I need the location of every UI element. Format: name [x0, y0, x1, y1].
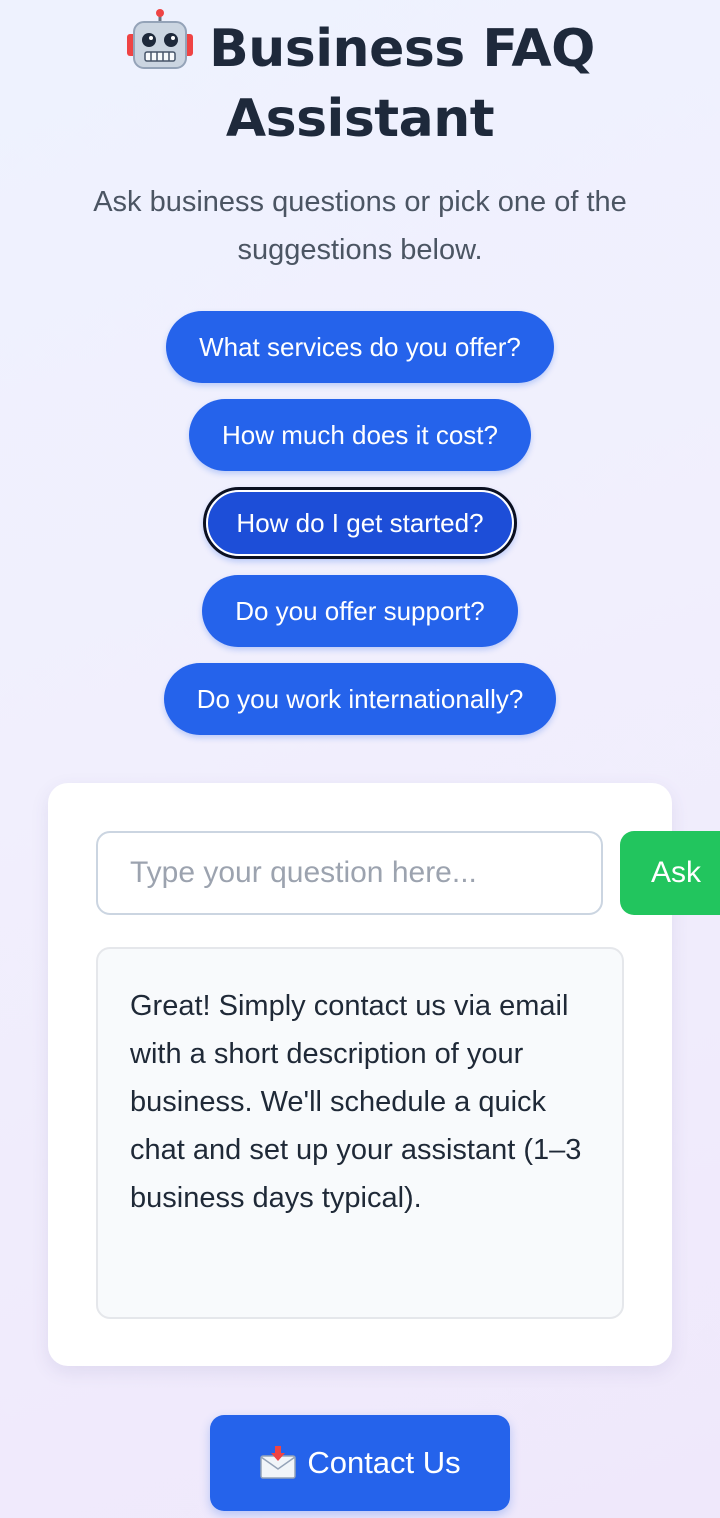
suggestion-services-button[interactable]: What services do you offer?: [166, 311, 554, 383]
suggestion-cost-button[interactable]: How much does it cost?: [188, 399, 531, 471]
contact-us-label: Contact Us: [307, 1445, 461, 1480]
envelope-icon: [259, 1446, 297, 1480]
suggestion-get-started-button[interactable]: How do I get started?: [203, 487, 517, 559]
page-title-text: Business FAQ Assistant: [209, 19, 595, 149]
robot-icon: [125, 8, 195, 72]
suggestion-international-button[interactable]: Do you work internationally?: [163, 663, 557, 735]
question-input[interactable]: [96, 831, 603, 915]
page-subtitle: Ask business questions or pick one of th…: [93, 186, 627, 266]
suggestion-support-button[interactable]: Do you offer support?: [202, 575, 518, 647]
contact-us-button[interactable]: Contact Us: [210, 1415, 510, 1511]
page-title: Business FAQ Assistant: [0, 8, 720, 154]
suggestion-list: What services do you offer? How much doe…: [0, 311, 720, 751]
header: Business FAQ Assistant Ask business ques…: [0, 8, 720, 274]
answer-box: Great! Simply contact us via email with …: [96, 947, 624, 1319]
ask-button[interactable]: Ask: [620, 831, 720, 915]
